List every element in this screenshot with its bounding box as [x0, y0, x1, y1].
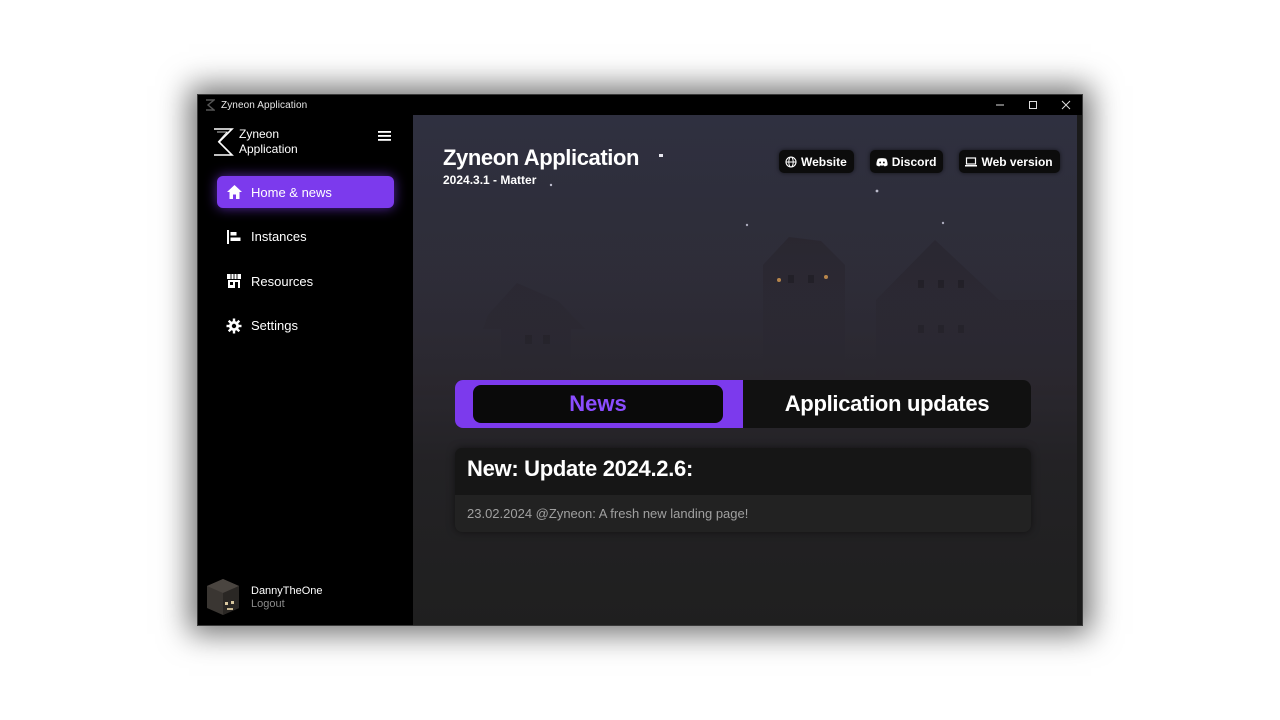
- sidebar-item-instances[interactable]: Instances: [217, 221, 394, 253]
- globe-icon: [785, 155, 797, 168]
- store-icon: [225, 272, 243, 290]
- page-title: Zyneon Application: [443, 145, 640, 170]
- discord-icon: [876, 156, 888, 168]
- user-info: DannyTheOne Logout: [251, 584, 323, 611]
- website-label: Website: [801, 154, 847, 169]
- logout-link[interactable]: Logout: [251, 598, 323, 611]
- close-button[interactable]: [1049, 95, 1082, 115]
- brand-name: Zyneon Application: [239, 127, 309, 157]
- sidebar-item-settings[interactable]: Settings: [217, 310, 394, 342]
- window-title: Zyneon Application: [221, 99, 308, 111]
- avatar: [205, 578, 241, 616]
- instances-icon: [225, 228, 243, 246]
- home-icon: [225, 183, 243, 201]
- hamburger-menu-icon[interactable]: [378, 129, 392, 143]
- laptop-icon: [965, 156, 978, 168]
- title-bar[interactable]: Zyneon Application: [198, 95, 1082, 115]
- tab-application-updates[interactable]: Application updates: [743, 380, 1031, 428]
- website-button[interactable]: Website: [779, 150, 854, 173]
- sidebar: Zyneon Application Home & news Instances: [198, 115, 412, 625]
- main-content: Zyneon Application 2024.3.1 - Matter Web…: [413, 115, 1082, 625]
- user-profile[interactable]: DannyTheOne Logout: [205, 578, 323, 616]
- gear-icon: [225, 317, 243, 335]
- news-body: 23.02.2024 @Zyneon: A fresh new landing …: [455, 495, 1031, 532]
- sidebar-item-label: Instances: [251, 229, 307, 244]
- web-version-label: Web version: [981, 154, 1053, 169]
- discord-label: Discord: [891, 154, 937, 169]
- user-name: DannyTheOne: [251, 584, 323, 597]
- zyneon-logo-icon: [214, 128, 234, 156]
- news-title: New: Update 2024.2.6:: [467, 456, 694, 481]
- web-version-button[interactable]: Web version: [959, 150, 1060, 173]
- sidebar-item-resources[interactable]: Resources: [217, 265, 394, 297]
- sidebar-item-label: Settings: [251, 318, 298, 333]
- app-logo-icon: [204, 99, 216, 111]
- minimize-icon: [995, 104, 1004, 106]
- window-controls: [983, 95, 1082, 115]
- minimize-button[interactable]: [983, 95, 1016, 115]
- main-scrollbar[interactable]: [1077, 115, 1082, 625]
- sidebar-nav: Home & news Instances Resources Settings: [217, 176, 394, 354]
- app-window: Zyneon Application Zyneon Application Ho…: [197, 94, 1083, 626]
- discord-button[interactable]: Discord: [869, 150, 944, 173]
- tab-news[interactable]: News: [455, 380, 743, 428]
- brand-line-2: Application: [239, 142, 298, 156]
- brand-line-1: Zyneon: [239, 127, 280, 141]
- news-tabs: News Application updates: [455, 380, 1031, 428]
- brand[interactable]: Zyneon Application: [212, 127, 309, 157]
- close-icon: [1061, 100, 1070, 110]
- tab-news-label: News: [473, 385, 723, 423]
- external-links: Website Discord Web version: [779, 150, 1076, 173]
- version-label: 2024.3.1 - Matter: [443, 173, 537, 187]
- maximize-icon: [1028, 101, 1037, 109]
- news-card[interactable]: New: Update 2024.2.6: 23.02.2024 @Zyneon…: [455, 448, 1031, 532]
- sidebar-item-label: Resources: [251, 273, 314, 289]
- maximize-button[interactable]: [1016, 95, 1049, 115]
- sidebar-item-label: Home & news: [251, 184, 332, 200]
- sidebar-item-home[interactable]: Home & news: [217, 176, 394, 208]
